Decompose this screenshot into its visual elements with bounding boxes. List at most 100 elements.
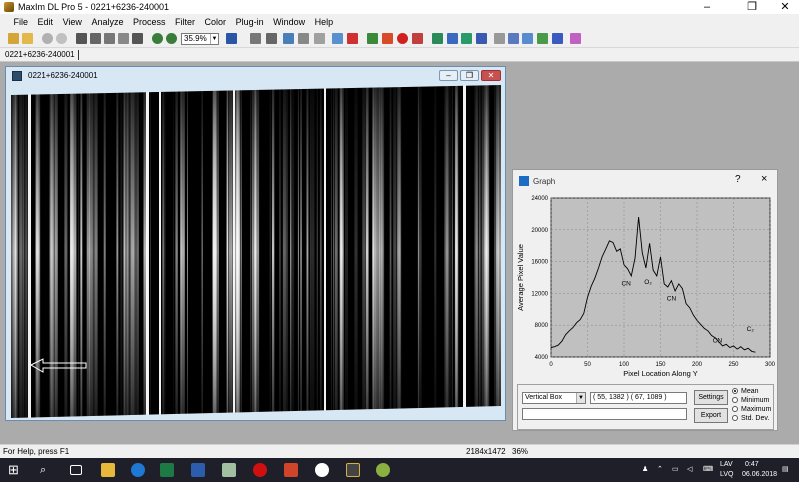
new-file-icon[interactable] bbox=[8, 33, 19, 44]
help-pointer-icon[interactable] bbox=[226, 33, 237, 44]
x-tick-label: 250 bbox=[728, 362, 739, 368]
minimize-button[interactable]: – bbox=[693, 0, 721, 14]
stop-icon[interactable] bbox=[397, 33, 408, 44]
tray-time[interactable]: 0:47 bbox=[745, 461, 759, 468]
maximize-button[interactable]: ❐ bbox=[738, 0, 766, 14]
x-axis-label: Pixel Location Along Y bbox=[623, 369, 698, 378]
graph-window-icon bbox=[519, 176, 529, 186]
menu-color[interactable]: Color bbox=[201, 14, 230, 30]
toolbar-tool-2-icon[interactable] bbox=[266, 33, 277, 44]
menu-help[interactable]: Help bbox=[311, 14, 337, 30]
radio-maximum[interactable]: Maximum bbox=[732, 405, 771, 414]
menu-edit[interactable]: Edit bbox=[34, 14, 57, 30]
graph-window[interactable]: Graph ? × 0 50 100 150 200 250 300 4000 8000 1200… bbox=[512, 169, 778, 431]
image-window-restore-button[interactable]: ❐ bbox=[460, 70, 479, 81]
toolbar-tool-1-icon[interactable] bbox=[250, 33, 261, 44]
powerpoint-icon[interactable] bbox=[284, 463, 298, 477]
export-button[interactable]: Export bbox=[694, 408, 728, 423]
spectrum-image[interactable] bbox=[11, 85, 501, 418]
radio-minimum[interactable]: Minimum bbox=[732, 396, 771, 405]
zoom-select[interactable]: 35.9% ▼ bbox=[181, 33, 219, 45]
bar-chart-icon[interactable] bbox=[432, 33, 443, 44]
toolbar-tool-3-icon[interactable] bbox=[283, 33, 294, 44]
search-icon[interactable]: ⌕ bbox=[40, 463, 54, 477]
spectrum-streak bbox=[22, 85, 25, 418]
menu-analyze[interactable]: Analyze bbox=[88, 14, 127, 30]
image-window-close-button[interactable]: ✕ bbox=[481, 70, 501, 81]
tray-lang-2[interactable]: LVQ bbox=[720, 471, 734, 478]
file-explorer-icon[interactable] bbox=[101, 463, 115, 477]
word-icon[interactable] bbox=[191, 463, 205, 477]
radio-std-dev[interactable]: Std. Dev. bbox=[732, 414, 771, 423]
graph-controls: Vertical Box ▼ ( 55, 1382 ) ( 67, 1089 ) … bbox=[517, 384, 774, 430]
band-annotation: C₂ bbox=[747, 326, 755, 333]
guider-icon[interactable] bbox=[104, 33, 115, 44]
toolbar-tool-15-icon[interactable] bbox=[522, 33, 533, 44]
close-button[interactable]: ✕ bbox=[771, 0, 799, 14]
graph-help-button[interactable]: ? bbox=[735, 174, 741, 185]
tray-lang[interactable]: LAV bbox=[720, 461, 733, 468]
redo-icon[interactable] bbox=[56, 33, 67, 44]
focus-icon[interactable] bbox=[118, 33, 129, 44]
app-planet-icon[interactable] bbox=[376, 463, 390, 477]
tray-keyboard-icon[interactable]: ⌨ bbox=[703, 465, 713, 473]
menu-file[interactable]: File bbox=[10, 14, 32, 30]
x-tick-label: 50 bbox=[584, 362, 591, 368]
menu-view[interactable]: View bbox=[59, 14, 85, 30]
camera-icon[interactable] bbox=[76, 33, 87, 44]
tray-person-icon[interactable]: ♟ bbox=[642, 465, 648, 473]
toolbar-tool-16-icon[interactable] bbox=[537, 33, 548, 44]
opera-icon[interactable] bbox=[253, 463, 267, 477]
toolbar-tool-14-icon[interactable] bbox=[508, 33, 519, 44]
radio-dot bbox=[732, 406, 738, 413]
toolbar-tool-13-icon[interactable] bbox=[494, 33, 505, 44]
zoom-out-icon[interactable] bbox=[166, 33, 177, 44]
app-circle-icon[interactable] bbox=[315, 463, 329, 477]
menu-filter[interactable]: Filter bbox=[172, 14, 199, 30]
spectrum-streak bbox=[282, 85, 286, 418]
maxim-dl-taskbar-icon[interactable] bbox=[346, 463, 360, 477]
toolbar-tool-18-icon[interactable] bbox=[570, 33, 581, 44]
observatory-icon[interactable] bbox=[132, 33, 143, 44]
crosshair-icon[interactable] bbox=[347, 33, 358, 44]
mode-select[interactable]: Vertical Box ▼ bbox=[522, 392, 586, 404]
settings-button[interactable]: Settings bbox=[694, 390, 728, 405]
info-field[interactable] bbox=[522, 408, 687, 420]
toolbar-tool-9-icon[interactable] bbox=[412, 33, 423, 44]
zoom-in-icon[interactable] bbox=[152, 33, 163, 44]
toolbar-tool-17-icon[interactable] bbox=[552, 33, 563, 44]
open-folder-icon[interactable] bbox=[22, 33, 33, 44]
graph-close-button[interactable]: × bbox=[761, 173, 767, 185]
spectrum-streak bbox=[254, 85, 257, 418]
notifications-icon[interactable]: ▤ bbox=[782, 465, 789, 473]
tray-chevron-up-icon[interactable]: ⌃ bbox=[657, 465, 663, 473]
image-window-minimize-button[interactable]: – bbox=[439, 70, 458, 81]
task-view-icon[interactable] bbox=[70, 465, 82, 475]
toolbar-tool-12-icon[interactable] bbox=[476, 33, 487, 44]
spectrum-streak bbox=[454, 85, 458, 418]
toolbar-tool-4-icon[interactable] bbox=[298, 33, 309, 44]
tray-network-icon[interactable]: ▭ bbox=[672, 465, 679, 473]
radio-mean[interactable]: Mean bbox=[732, 387, 771, 396]
toolbar-tool-5-icon[interactable] bbox=[314, 33, 325, 44]
menu-plugin[interactable]: Plug-in bbox=[232, 14, 267, 30]
menu-process[interactable]: Process bbox=[129, 14, 169, 30]
toolbar-tool-11-icon[interactable] bbox=[461, 33, 472, 44]
image-viewer-icon[interactable] bbox=[222, 463, 236, 477]
toolbar-tool-10-icon[interactable] bbox=[447, 33, 458, 44]
tray-date[interactable]: 06.06.2018 bbox=[742, 471, 777, 478]
undo-icon[interactable] bbox=[42, 33, 53, 44]
edge-browser-icon[interactable] bbox=[131, 463, 145, 477]
toolbar-tool-8-icon[interactable] bbox=[382, 33, 393, 44]
document-tab[interactable]: 0221+6236-240001 bbox=[5, 50, 75, 59]
windows-start-icon[interactable]: ⊞ bbox=[8, 463, 22, 477]
tray-volume-icon[interactable]: ◁ bbox=[687, 465, 692, 473]
telescope-icon[interactable] bbox=[90, 33, 101, 44]
menu-window[interactable]: Window bbox=[270, 14, 309, 30]
coords-field[interactable]: ( 55, 1382 ) ( 67, 1089 ) bbox=[590, 392, 687, 404]
image-window[interactable]: 0221+6236-240001 – ❐ ✕ bbox=[5, 66, 506, 421]
spectrum-streak bbox=[297, 85, 299, 418]
toolbar-tool-6-icon[interactable] bbox=[332, 33, 343, 44]
toolbar-tool-7-icon[interactable] bbox=[367, 33, 378, 44]
excel-icon[interactable] bbox=[160, 463, 174, 477]
